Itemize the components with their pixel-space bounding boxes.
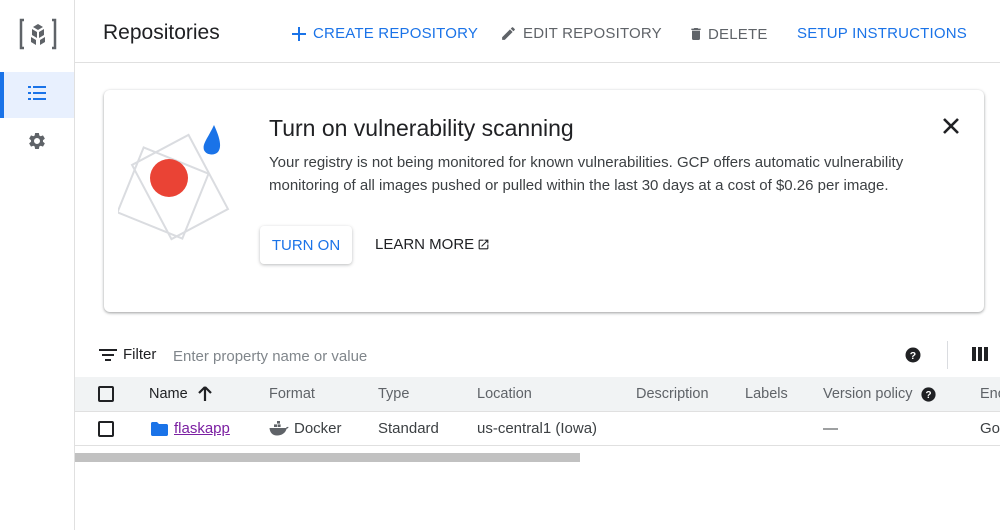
divider [947, 341, 948, 369]
page-header: Repositories CREATE REPOSITORY EDIT REPO… [75, 0, 1000, 63]
location-cell: us-central1 (Iowa) [477, 420, 598, 437]
version-policy-cell: — [823, 420, 838, 437]
filter-button[interactable]: Filter [99, 346, 156, 363]
create-repository-button[interactable]: CREATE REPOSITORY [291, 25, 478, 42]
filter-input[interactable] [171, 343, 675, 369]
banner-description: Your registry is not being monitored for… [269, 154, 904, 194]
repositories-table: Name Format Type Location Description La… [75, 377, 1000, 446]
vulnerability-scanning-banner: Turn on vulnerability scanning Your regi… [104, 90, 984, 312]
external-link-icon [477, 238, 490, 251]
help-icon[interactable]: ? [920, 386, 937, 403]
close-icon [940, 118, 962, 141]
delete-button[interactable]: DELETE [688, 25, 768, 43]
banner-title: Turn on vulnerability scanning [269, 115, 574, 141]
row-checkbox-cell [98, 412, 114, 445]
svg-text:?: ? [926, 390, 932, 401]
table-row: flaskapp Docker Standard us-central1 (Io… [75, 412, 1000, 446]
column-header-format[interactable]: Format [269, 377, 315, 411]
folder-icon [151, 421, 168, 436]
format-cell: Docker [269, 412, 342, 445]
trash-icon [688, 25, 704, 43]
create-repository-label: CREATE REPOSITORY [313, 25, 479, 42]
security-illustration [116, 110, 248, 260]
svg-text:?: ? [910, 350, 916, 362]
docker-icon [269, 421, 289, 436]
column-header-version-policy[interactable]: Version policy ? [823, 377, 937, 411]
artifact-registry-logo-icon [18, 14, 58, 54]
edit-repository-label: EDIT REPOSITORY [523, 25, 662, 42]
page-title: Repositories [103, 21, 220, 44]
pencil-icon [500, 25, 517, 42]
nav-settings[interactable] [0, 120, 74, 166]
filter-bar: Filter ? [75, 335, 1000, 375]
column-version-policy-label: Version policy [823, 386, 913, 402]
select-all-checkbox[interactable] [98, 386, 114, 402]
column-header-encryption[interactable]: Enc [980, 377, 1000, 411]
setup-instructions-label: SETUP INSTRUCTIONS [797, 25, 968, 42]
left-nav-rail [0, 0, 75, 530]
help-button[interactable]: ? [904, 346, 922, 369]
edit-repository-button[interactable]: EDIT REPOSITORY [500, 25, 662, 42]
type-cell: Standard [378, 420, 439, 437]
columns-icon [972, 347, 988, 366]
encryption-cell: Go [980, 420, 1000, 437]
column-header-description[interactable]: Description [636, 377, 709, 411]
horizontal-scrollbar[interactable] [75, 453, 580, 462]
repository-name-link[interactable]: flaskapp [174, 420, 230, 437]
nav-repositories[interactable] [0, 72, 74, 118]
column-header-location[interactable]: Location [477, 377, 532, 411]
filter-icon [99, 348, 117, 362]
repository-name-cell: flaskapp [151, 412, 230, 445]
setup-instructions-button[interactable]: SETUP INSTRUCTIONS [797, 25, 967, 42]
filter-label: Filter [123, 346, 157, 363]
row-checkbox[interactable] [98, 420, 114, 437]
turn-on-button[interactable]: TURN ON [260, 226, 352, 264]
column-display-options-button[interactable] [972, 346, 988, 367]
gear-icon [27, 131, 47, 156]
column-header-type[interactable]: Type [378, 377, 409, 411]
turn-on-label: TURN ON [271, 236, 341, 254]
close-banner-button[interactable] [940, 115, 962, 137]
help-icon: ? [904, 347, 922, 368]
select-all-checkbox-cell [98, 377, 114, 411]
column-header-name[interactable]: Name [149, 377, 212, 411]
format-value: Docker [294, 420, 342, 437]
plus-icon [291, 26, 307, 42]
learn-more-link[interactable]: LEARN MORE [375, 236, 490, 253]
sort-ascending-icon [197, 386, 212, 402]
learn-more-label: LEARN MORE [375, 236, 475, 253]
delete-label: DELETE [708, 25, 768, 43]
column-header-labels[interactable]: Labels [745, 377, 788, 411]
column-name-label: Name [149, 386, 188, 402]
list-icon [27, 84, 47, 107]
table-header: Name Format Type Location Description La… [75, 377, 1000, 412]
